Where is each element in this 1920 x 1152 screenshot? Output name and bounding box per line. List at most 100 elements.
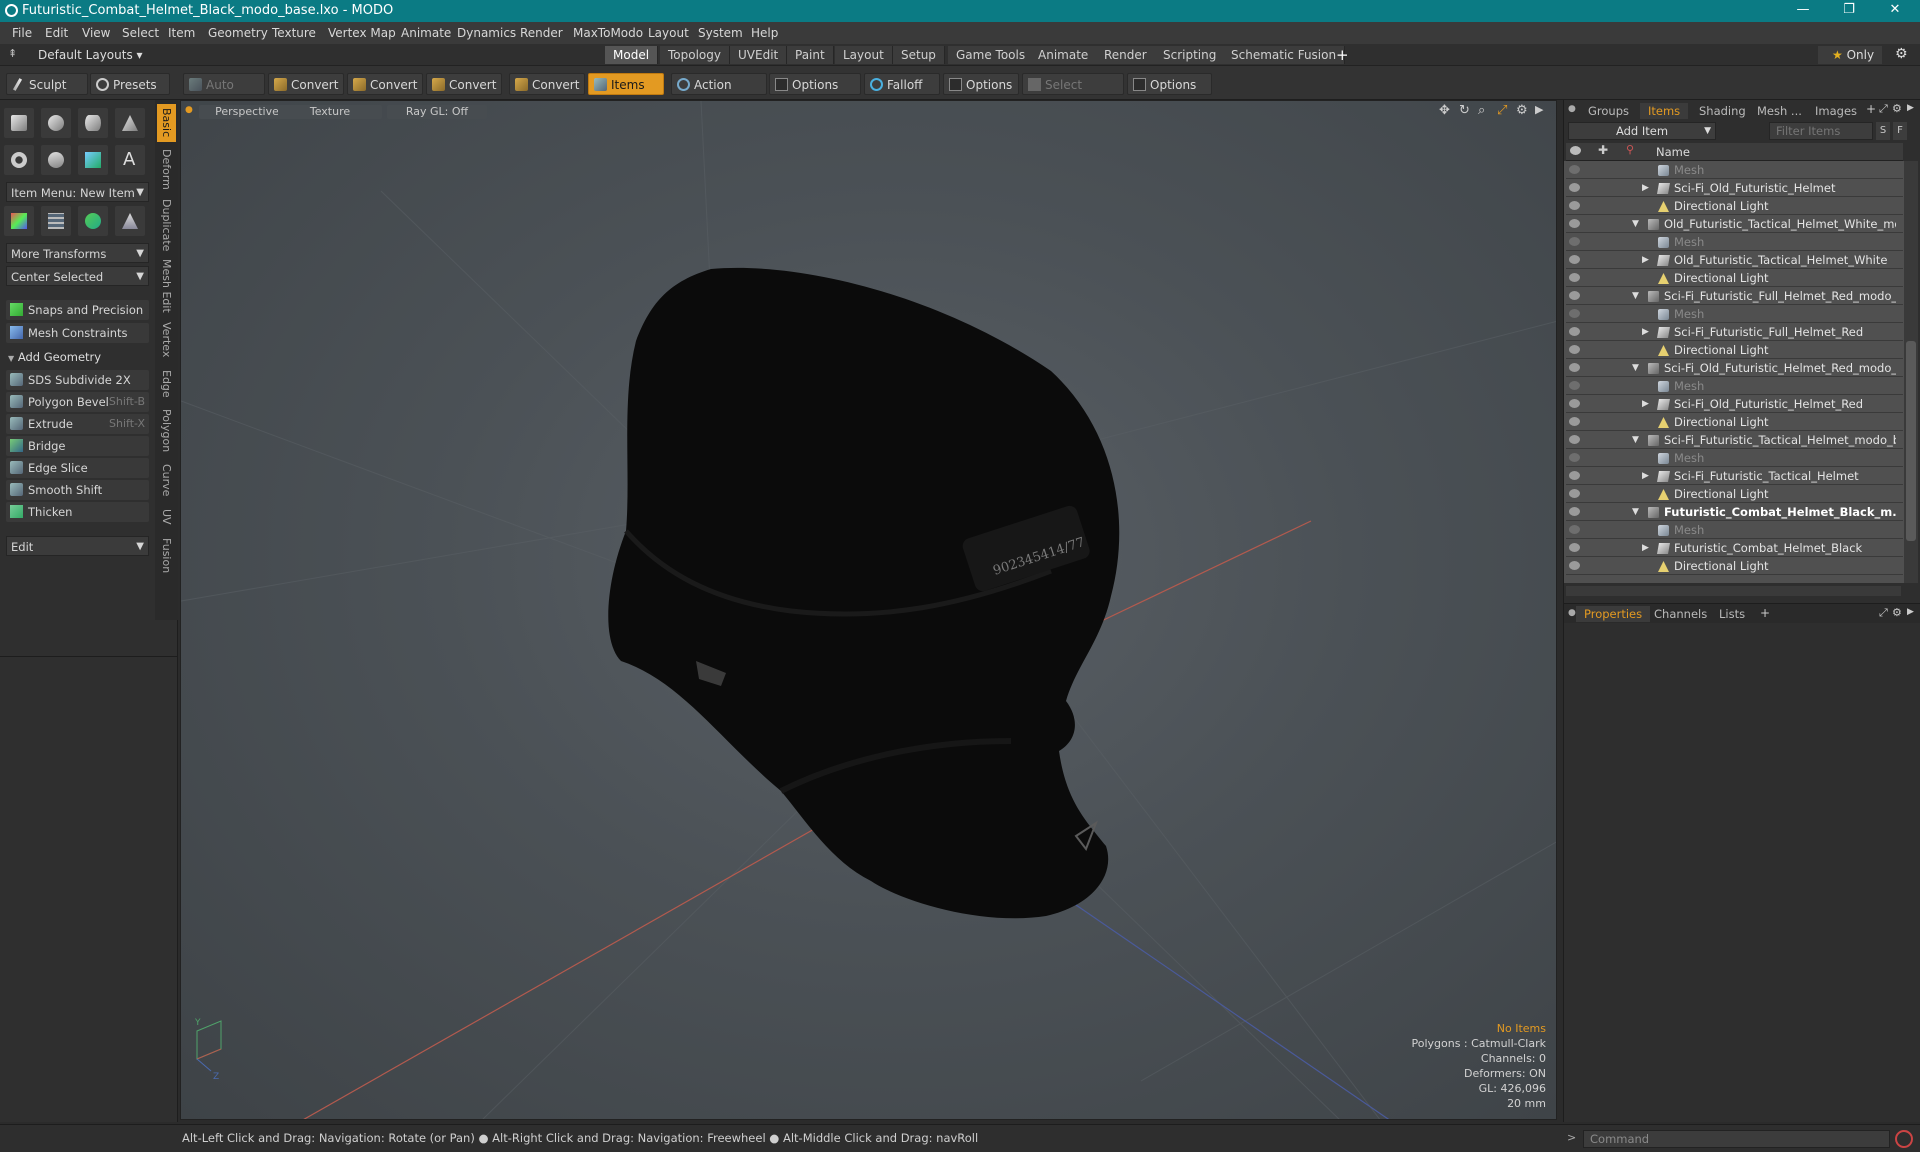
minimize-button[interactable]: —: [1780, 0, 1826, 22]
visibility-eye-icon[interactable]: [1569, 381, 1580, 390]
vtab-mesh-edit[interactable]: Mesh Edit: [157, 258, 176, 314]
menu-texture[interactable]: Texture: [272, 26, 316, 40]
tree-row-light[interactable]: Directional Light: [1566, 557, 1903, 575]
tree-row-scene[interactable]: ▼ Futuristic_Combat_Helmet_Black_m...: [1566, 503, 1903, 521]
menu-system[interactable]: System: [698, 26, 743, 40]
collapse-arrow-icon[interactable]: ▼: [1632, 287, 1639, 305]
tab-mesh[interactable]: Mesh ...: [1749, 103, 1810, 119]
vtab-curve[interactable]: Curve: [157, 460, 176, 500]
properties-gear-icon[interactable]: ⚙: [1892, 606, 1902, 619]
visibility-eye-icon[interactable]: [1569, 363, 1580, 372]
menu-animate[interactable]: Animate: [401, 26, 451, 40]
edit-dropdown[interactable]: Edit ▼: [6, 536, 149, 556]
convert-polygons-button[interactable]: Convert: [426, 73, 502, 95]
visibility-eye-icon[interactable]: [1569, 327, 1580, 336]
visibility-eye-icon[interactable]: [1569, 417, 1580, 426]
menu-item[interactable]: Item: [168, 26, 195, 40]
menu-file[interactable]: File: [12, 26, 32, 40]
capsule-primitive[interactable]: [41, 145, 71, 175]
action-center-button[interactable]: Action Center: [671, 73, 767, 114]
collapse-arrow-icon[interactable]: ▼: [1632, 215, 1639, 233]
visibility-eye-icon[interactable]: [1569, 219, 1580, 228]
rotate-tool[interactable]: [78, 206, 108, 236]
convert-materials-button[interactable]: Convert: [509, 73, 585, 95]
tree-row-scene[interactable]: ▼ Sci-Fi_Futuristic_Tactical_Helmet_modo_…: [1566, 431, 1903, 449]
select-through-button[interactable]: Select Through: [1022, 73, 1124, 114]
visibility-eye-icon[interactable]: [1569, 291, 1580, 300]
tab-setup[interactable]: Setup: [893, 46, 945, 64]
tree-row-mesh[interactable]: Mesh: [1566, 377, 1903, 395]
tab-groups[interactable]: Groups: [1580, 103, 1637, 119]
tree-row-light[interactable]: Directional Light: [1566, 269, 1903, 287]
tab-layout[interactable]: Layout: [835, 46, 893, 64]
options-button-2[interactable]: Options: [943, 73, 1019, 95]
visibility-column-icon[interactable]: [1570, 146, 1581, 155]
tree-row-light[interactable]: Directional Light: [1566, 485, 1903, 503]
maximize-button[interactable]: ❐: [1826, 0, 1872, 22]
filter-s-button[interactable]: S: [1876, 122, 1890, 140]
tab-game-tools[interactable]: Game Tools: [948, 46, 1035, 64]
convert-edges-button[interactable]: Convert: [347, 73, 423, 95]
tab-lists[interactable]: Lists: [1711, 606, 1753, 622]
tree-row-light[interactable]: Directional Light: [1566, 413, 1903, 431]
visibility-eye-icon[interactable]: [1569, 273, 1580, 282]
command-input[interactable]: Command: [1583, 1130, 1890, 1148]
add-item-dropdown[interactable]: Add Item ▼: [1568, 122, 1716, 140]
tree-row-mesh[interactable]: Mesh: [1566, 449, 1903, 467]
auto-select-button[interactable]: Auto Select: [183, 73, 265, 114]
visibility-eye-icon[interactable]: [1569, 237, 1580, 246]
menu-select[interactable]: Select: [122, 26, 159, 40]
filter-f-button[interactable]: F: [1893, 122, 1907, 140]
3d-viewport[interactable]: ● Perspective Texture Ray GL: Off ✥ ↻ ⌕ …: [180, 100, 1557, 1120]
visibility-eye-icon[interactable]: [1569, 525, 1580, 534]
tool-sds-subdivide[interactable]: SDS Subdivide 2X: [6, 370, 149, 390]
vtab-fusion[interactable]: Fusion: [157, 534, 176, 578]
tab-scripting[interactable]: Scripting: [1155, 46, 1226, 64]
visibility-eye-icon[interactable]: [1569, 399, 1580, 408]
cylinder-primitive[interactable]: [78, 108, 108, 138]
snaps-precision-button[interactable]: Snaps and Precision: [6, 300, 149, 320]
expand-icon[interactable]: ⤢: [1879, 606, 1888, 620]
panel-menu-icon[interactable]: ●: [1568, 104, 1576, 114]
tree-row-mesh[interactable]: Mesh: [1566, 161, 1903, 179]
torus-primitive[interactable]: [4, 145, 34, 175]
visibility-eye-icon[interactable]: [1569, 453, 1580, 462]
properties-menu-icon[interactable]: ●: [1568, 608, 1576, 618]
vtab-vertex[interactable]: Vertex: [157, 318, 176, 362]
visibility-eye-icon[interactable]: [1569, 507, 1580, 516]
tree-row-scene[interactable]: ▼ Sci-Fi_Old_Futuristic_Helmet_Red_modo_b…: [1566, 359, 1903, 377]
visibility-eye-icon[interactable]: [1569, 165, 1580, 174]
add-properties-tab-icon[interactable]: +: [1760, 606, 1770, 620]
sculpt-button[interactable]: Sculpt: [6, 73, 88, 95]
expand-arrow-icon[interactable]: ▶: [1642, 467, 1649, 485]
tree-row-item[interactable]: ▶ Sci-Fi_Futuristic_Tactical_Helmet: [1566, 467, 1903, 485]
tree-row-scene[interactable]: ▼ Old_Futuristic_Tactical_Helmet_White_mo…: [1566, 215, 1903, 233]
menu-render[interactable]: Render: [520, 26, 563, 40]
options-button-3[interactable]: Options: [1127, 73, 1212, 95]
lock-column-icon[interactable]: ✚: [1598, 143, 1608, 157]
visibility-eye-icon[interactable]: [1569, 255, 1580, 264]
expand-arrow-icon[interactable]: ▶: [1642, 539, 1649, 557]
collapse-arrow-icon[interactable]: ▼: [1632, 431, 1639, 449]
tab-animate[interactable]: Animate: [1030, 46, 1098, 64]
move-tool[interactable]: [4, 206, 34, 236]
tree-row-item[interactable]: ▶ Futuristic_Combat_Helmet_Black: [1566, 539, 1903, 557]
add-tab-button[interactable]: +: [1336, 46, 1349, 64]
vtab-basic[interactable]: Basic: [157, 104, 176, 142]
tree-row-mesh[interactable]: Mesh: [1566, 521, 1903, 539]
visibility-eye-icon[interactable]: [1569, 183, 1580, 192]
tree-row-item[interactable]: ▶ Sci-Fi_Old_Futuristic_Helmet_Red: [1566, 395, 1903, 413]
tab-items[interactable]: Items: [1640, 103, 1689, 119]
expand-arrow-icon[interactable]: ▶: [1642, 179, 1649, 197]
menu-vertex-map[interactable]: Vertex Map: [328, 26, 396, 40]
tab-images[interactable]: Images: [1807, 103, 1865, 119]
sphere-primitive[interactable]: [41, 108, 71, 138]
menu-edit[interactable]: Edit: [45, 26, 68, 40]
tab-schematic-fusion[interactable]: Schematic Fusion: [1223, 46, 1346, 64]
options-button-1[interactable]: Options: [769, 73, 861, 95]
tree-row-item[interactable]: ▶ Old_Futuristic_Tactical_Helmet_White: [1566, 251, 1903, 269]
only-toggle[interactable]: ★ Only: [1818, 46, 1882, 64]
convert-vertices-button[interactable]: Convert: [268, 73, 344, 95]
visibility-eye-icon[interactable]: [1569, 543, 1580, 552]
visibility-eye-icon[interactable]: [1569, 345, 1580, 354]
